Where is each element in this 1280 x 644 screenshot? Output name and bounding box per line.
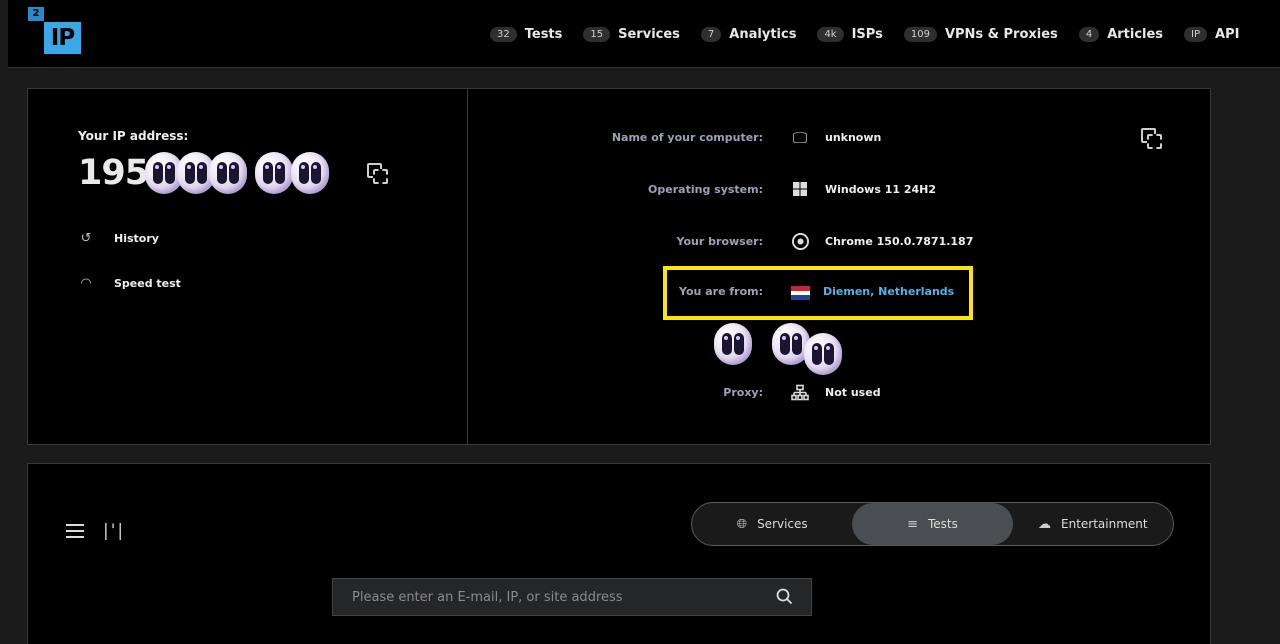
tab-entertainment[interactable]: ☁ Entertainment [1013,503,1173,545]
proxy-value: Not used [825,386,881,399]
browser-value: Chrome 150.0.7871.187 [825,235,974,248]
top-header: 2 IP 32 Tests 15 Services 7 Analytics 4k ISP… [8,0,1280,68]
computer-value: unknown [825,131,882,144]
nav-api[interactable]: IP API [1184,26,1240,42]
tab-tests[interactable]: ≡ Tests [852,503,1013,545]
nav-count: 109 [903,26,937,42]
nav-label: Services [618,26,680,42]
speedometer-icon: ◠ [80,275,92,290]
tab-label: Tests [928,517,958,531]
tab-services[interactable]: 🌐︎ Services [692,503,852,545]
nav-label: Articles [1107,26,1164,42]
browser-label: Your browser: [676,235,763,248]
ip-panel: Your IP address: 195. ↺ History ◠ Speed … [27,88,468,445]
os-label: Operating system: [648,183,763,196]
tab-label: Entertainment [1061,517,1148,531]
history-label: History [114,231,159,245]
logo-mark: IP [44,22,81,54]
cloud-icon: ☁ [1038,516,1052,532]
system-info-panel: Name of your computer: 🖵 unknown Operati… [467,88,1211,445]
tools-panel: |'| 🌐︎ Services ≡ Tests ☁ Entertainment [27,463,1211,644]
nav-count: 32 [490,26,517,42]
redaction-sticker [804,333,842,375]
history-icon: ↺ [80,230,92,245]
search-input[interactable] [333,579,753,615]
location-value[interactable]: Diemen, Netherlands [823,285,954,298]
speed-test-label: Speed test [114,276,181,290]
nav-label: Tests [524,26,563,42]
main-nav: 32 Tests 15 Services 7 Analytics 4k ISPs 109… [490,24,1260,44]
nav-tests[interactable]: 32 Tests [490,26,563,42]
nav-count: 4 [1078,26,1100,42]
redaction-stickers [714,323,842,375]
location-label: You are from: [679,285,763,298]
nav-count: 15 [583,26,611,42]
copy-icon[interactable] [367,163,389,185]
redaction-sticker [714,323,752,365]
monitor-icon: 🖵 [792,130,808,147]
chrome-icon [790,233,810,253]
os-row: Operating system: Windows 11 24H2 [468,181,1212,201]
nav-articles[interactable]: 4 Articles [1078,26,1164,42]
site-logo[interactable]: 2 IP [28,7,82,55]
nav-label: Analytics [729,26,797,42]
location-row: You are from: Diemen, Netherlands [468,283,1212,303]
logo-badge: 2 [28,7,44,21]
proxy-row: Proxy: Not used [468,384,1212,404]
nav-vpns-proxies[interactable]: 109 VPNs & Proxies [903,26,1058,42]
redaction-sticker [291,152,329,194]
redaction-sticker [209,152,247,194]
history-link[interactable]: ↺ History [78,230,159,246]
ip-label: Your IP address: [78,129,189,143]
network-icon [790,384,810,404]
redaction-stickers [145,152,329,196]
nav-isps[interactable]: 4k ISPs [817,26,883,42]
nav-count: IP [1184,26,1208,42]
proxy-label: Proxy: [723,386,763,399]
nav-services[interactable]: 15 Services [583,26,680,42]
sliders-icon: ≡ [907,516,918,532]
globe-icon: 🌐︎ [736,516,748,532]
menu-icon[interactable] [66,524,84,538]
speed-test-link[interactable]: ◠ Speed test [78,275,181,291]
redaction-sticker [255,152,293,194]
tab-label: Services [757,517,808,531]
nav-analytics[interactable]: 7 Analytics [700,26,797,42]
netherlands-flag-icon [790,283,810,303]
category-tabs: 🌐︎ Services ≡ Tests ☁ Entertainment [691,502,1174,546]
nav-label: API [1215,26,1240,42]
search-box [332,578,812,616]
computer-row: Name of your computer: 🖵 unknown [468,129,1212,149]
nav-label: VPNs & Proxies [944,26,1058,42]
os-value: Windows 11 24H2 [825,183,937,196]
browser-row: Your browser: Chrome 150.0.7871.187 [468,233,1212,253]
computer-label: Name of your computer: [611,131,763,144]
nav-count: 4k [817,26,844,42]
columns-icon[interactable]: |'| [103,521,125,541]
nav-label: ISPs [851,26,883,42]
search-icon[interactable] [776,588,793,605]
nav-count: 7 [700,26,722,42]
windows-icon [790,181,810,201]
